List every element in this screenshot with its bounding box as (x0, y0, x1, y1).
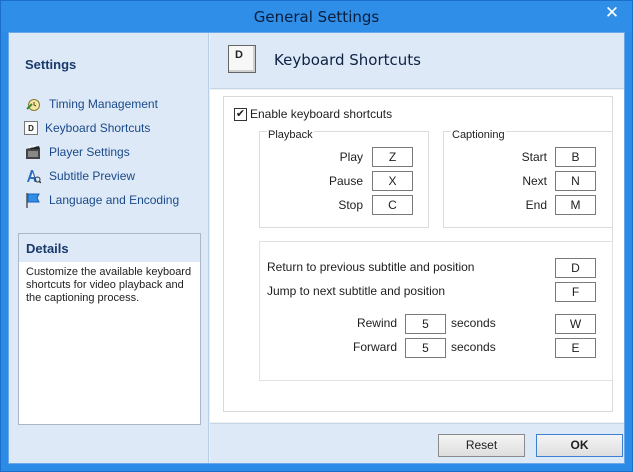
sidebar-item-label: Player Settings (49, 145, 130, 159)
content-area: ✔ Enable keyboard shortcuts Playback Pla… (210, 90, 624, 422)
captioning-group: Captioning Start B Next N End M (443, 129, 613, 228)
shortcuts-panel: ✔ Enable keyboard shortcuts Playback Pla… (223, 96, 613, 412)
rewind-unit-label: seconds (451, 316, 496, 330)
next-label: Next (522, 174, 547, 188)
film-icon (24, 144, 42, 160)
sidebar-title: Settings (25, 57, 77, 72)
sidebar-item-label: Keyboard Shortcuts (45, 121, 151, 135)
sidebar-item-subtitle-preview[interactable]: Subtitle Preview (24, 167, 135, 185)
rewind-seconds-input[interactable]: 5 (405, 314, 446, 334)
keyboard-key-icon: D (24, 121, 38, 135)
sidebar-item-keyboard-shortcuts[interactable]: D Keyboard Shortcuts (24, 119, 150, 137)
close-icon[interactable]: ✕ (598, 2, 626, 24)
navigation-group: Return to previous subtitle and position… (259, 241, 613, 381)
sidebar-item-language-encoding[interactable]: Language and Encoding (24, 191, 179, 209)
start-label: Start (521, 150, 547, 164)
page-header: D Keyboard Shortcuts (210, 33, 624, 89)
stop-key-field[interactable]: C (372, 195, 413, 215)
pause-key-field[interactable]: X (372, 171, 413, 191)
window-title: General Settings (253, 8, 380, 26)
enable-shortcuts-row[interactable]: ✔ Enable keyboard shortcuts (234, 107, 392, 121)
previous-subtitle-label: Return to previous subtitle and position (267, 260, 475, 274)
enable-shortcuts-label: Enable keyboard shortcuts (250, 107, 393, 121)
settings-window: General Settings ✕ Settings Timing Manag… (0, 0, 633, 472)
start-key-field[interactable]: B (555, 147, 596, 167)
dialog-footer: Reset OK (210, 423, 624, 463)
forward-unit-label: seconds (451, 340, 496, 354)
next-key-field[interactable]: N (555, 171, 596, 191)
details-title: Details (26, 241, 69, 256)
title-bar[interactable]: General Settings ✕ (1, 1, 632, 32)
next-subtitle-label: Jump to next subtitle and position (267, 284, 446, 298)
next-subtitle-key-field[interactable]: F (555, 282, 596, 302)
details-description: Customize the available keyboard shortcu… (26, 266, 192, 304)
sidebar-item-timing-management[interactable]: Timing Management (24, 95, 158, 113)
forward-label: Forward (352, 340, 397, 354)
end-label: End (525, 198, 547, 212)
sidebar-item-label: Timing Management (49, 97, 158, 111)
forward-seconds-input[interactable]: 5 (405, 338, 446, 358)
timing-icon (24, 96, 42, 112)
forward-key-field[interactable]: E (555, 338, 596, 358)
enable-shortcuts-checkbox[interactable]: ✔ (234, 107, 247, 121)
previous-subtitle-key-field[interactable]: D (555, 258, 596, 278)
sidebar: Settings Timing Management D Keyboard Sh… (9, 33, 209, 463)
page-title: Keyboard Shortcuts (274, 51, 421, 69)
play-label: Play (339, 150, 363, 164)
keyboard-key-icon: D (228, 45, 256, 73)
play-key-field[interactable]: Z (372, 147, 413, 167)
reset-button[interactable]: Reset (438, 434, 525, 457)
flag-icon (24, 192, 42, 208)
rewind-key-field[interactable]: W (555, 314, 596, 334)
details-panel: Details Customize the available keyboard… (18, 233, 201, 425)
sidebar-item-label: Subtitle Preview (49, 169, 136, 183)
end-key-field[interactable]: M (555, 195, 596, 215)
window-client: Settings Timing Management D Keyboard Sh… (8, 32, 625, 464)
sidebar-item-label: Language and Encoding (49, 193, 180, 207)
playback-group: Playback Play Z Pause X Stop C (259, 129, 429, 228)
subtitle-preview-icon (24, 168, 42, 184)
pause-label: Pause (328, 174, 363, 188)
rewind-label: Rewind (356, 316, 397, 330)
playback-group-title: Playback (267, 129, 314, 141)
ok-button[interactable]: OK (536, 434, 623, 457)
sidebar-item-player-settings[interactable]: Player Settings (24, 143, 130, 161)
details-header: Details (19, 234, 200, 262)
stop-label: Stop (338, 198, 363, 212)
captioning-group-title: Captioning (451, 129, 506, 141)
